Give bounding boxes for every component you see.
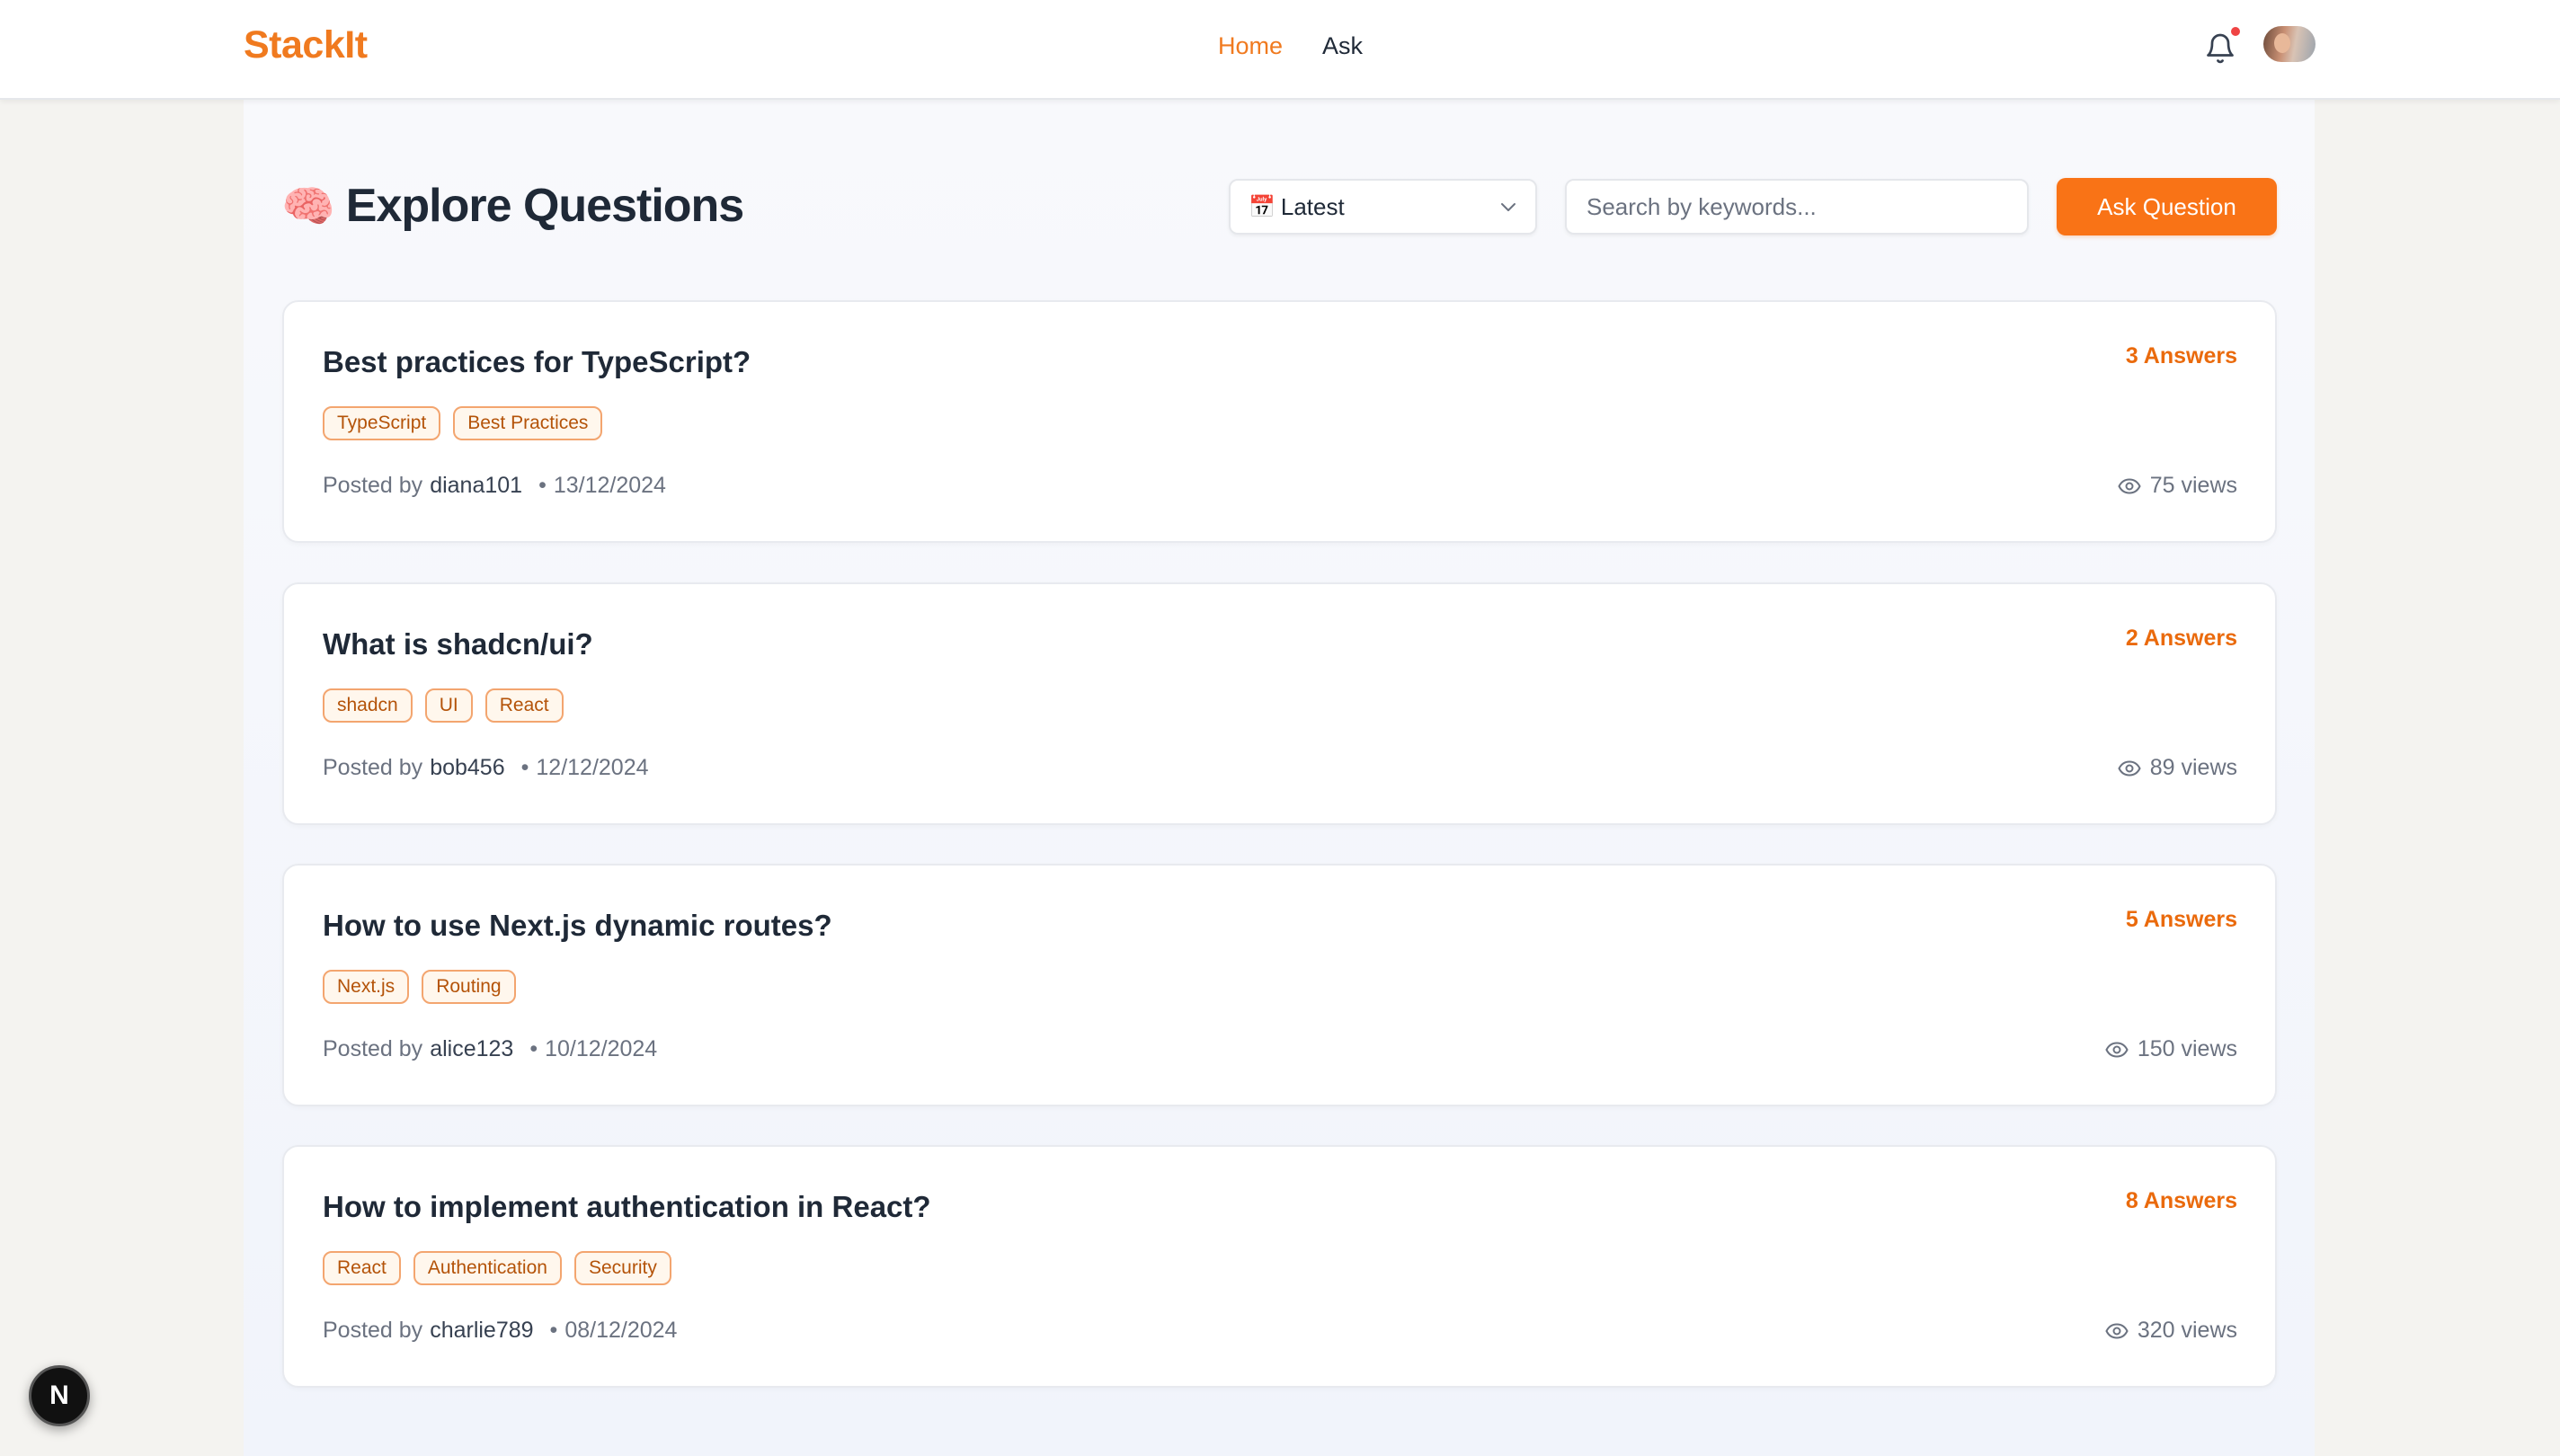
tag-list: React Authentication Security: [323, 1251, 671, 1285]
views-text: 150 views: [2137, 1036, 2237, 1061]
tag[interactable]: React: [484, 688, 564, 723]
views-text: 320 views: [2137, 1318, 2237, 1343]
post-date: 13/12/2024: [553, 473, 666, 498]
tag[interactable]: UI: [424, 688, 473, 723]
view-count: 320 views: [2105, 1318, 2237, 1344]
meta-separator: •: [529, 1036, 538, 1061]
question-title[interactable]: What is shadcn/ui?: [323, 627, 593, 661]
posted-by-label: Posted by: [323, 473, 423, 498]
question-card[interactable]: How to use Next.js dynamic routes? 5 Ans…: [282, 864, 2277, 1106]
question-card[interactable]: Best practices for TypeScript? 3 Answers…: [282, 300, 2277, 543]
question-meta: Posted by alice123 • 10/12/2024: [323, 1036, 657, 1062]
sort-dropdown[interactable]: 📅 Latest: [1229, 179, 1537, 235]
question-title[interactable]: Best practices for TypeScript?: [323, 345, 751, 379]
page-heading: Explore Questions: [345, 180, 744, 232]
sort-selected-value: Latest: [1280, 192, 1345, 220]
view-count: 89 views: [2118, 755, 2237, 781]
search-input[interactable]: [1565, 179, 2029, 235]
answer-count: 8 Answers: [2125, 1188, 2237, 1213]
meta-separator: •: [549, 1318, 558, 1343]
tag[interactable]: Next.js: [323, 970, 410, 1004]
tag[interactable]: React: [323, 1251, 401, 1285]
answer-count: 3 Answers: [2125, 343, 2237, 368]
author-name[interactable]: diana101: [430, 473, 522, 499]
dev-tools-badge[interactable]: N: [29, 1365, 90, 1426]
brain-icon: 🧠: [281, 182, 335, 231]
tag[interactable]: Best Practices: [453, 406, 603, 440]
chevron-down-icon: [1501, 203, 1516, 211]
tag[interactable]: shadcn: [323, 688, 413, 723]
eye-icon: [2118, 477, 2141, 494]
question-title[interactable]: How to implement authentication in React…: [323, 1190, 931, 1224]
main-content: 🧠 Explore Questions 📅 Latest Ask Questio…: [244, 100, 2315, 1456]
tag[interactable]: TypeScript: [323, 406, 441, 440]
answer-count: 2 Answers: [2125, 626, 2237, 651]
tag-list: TypeScript Best Practices: [323, 406, 603, 440]
tag-list: Next.js Routing: [323, 970, 516, 1004]
top-navbar: StackIt Home Ask: [0, 0, 2560, 100]
question-card[interactable]: What is shadcn/ui? 2 Answers shadcn UI R…: [282, 582, 2277, 825]
question-title[interactable]: How to use Next.js dynamic routes?: [323, 909, 832, 943]
posted-by-label: Posted by: [323, 1036, 423, 1061]
question-meta: Posted by charlie789 • 08/12/2024: [323, 1318, 677, 1344]
user-avatar[interactable]: [2263, 26, 2316, 62]
page-title: 🧠 Explore Questions: [281, 179, 744, 233]
author-name[interactable]: alice123: [430, 1036, 513, 1062]
notification-dot: [2229, 25, 2242, 38]
question-card[interactable]: How to implement authentication in React…: [282, 1145, 2277, 1388]
view-count: 150 views: [2105, 1036, 2237, 1062]
main-nav: Home Ask: [1218, 32, 1363, 60]
question-meta: Posted by bob456 • 12/12/2024: [323, 755, 649, 781]
eye-icon: [2118, 759, 2141, 777]
nav-ask-link[interactable]: Ask: [1322, 32, 1363, 60]
meta-separator: •: [520, 755, 529, 780]
views-text: 89 views: [2149, 755, 2237, 780]
author-name[interactable]: charlie789: [430, 1318, 533, 1344]
eye-icon: [2105, 1322, 2129, 1339]
posted-by-label: Posted by: [323, 1318, 423, 1343]
nav-home-link[interactable]: Home: [1218, 32, 1283, 60]
post-date: 12/12/2024: [536, 755, 649, 780]
views-text: 75 views: [2149, 473, 2237, 498]
tag[interactable]: Routing: [422, 970, 516, 1004]
eye-icon: [2105, 1041, 2129, 1058]
posted-by-label: Posted by: [323, 755, 423, 780]
post-date: 10/12/2024: [545, 1036, 658, 1061]
calendar-icon: 📅: [1249, 194, 1276, 219]
tag[interactable]: Security: [573, 1251, 671, 1285]
answer-count: 5 Answers: [2125, 907, 2237, 932]
post-date: 08/12/2024: [564, 1318, 678, 1343]
ask-question-button[interactable]: Ask Question: [2057, 178, 2277, 235]
author-name[interactable]: bob456: [430, 755, 504, 781]
avatar-face: [2274, 33, 2290, 53]
tag[interactable]: Authentication: [413, 1251, 562, 1285]
view-count: 75 views: [2118, 473, 2237, 499]
brand-logo[interactable]: StackIt: [244, 23, 368, 67]
question-meta: Posted by diana101 • 13/12/2024: [323, 473, 666, 499]
tag-list: shadcn UI React: [323, 688, 564, 723]
meta-separator: •: [538, 473, 547, 498]
